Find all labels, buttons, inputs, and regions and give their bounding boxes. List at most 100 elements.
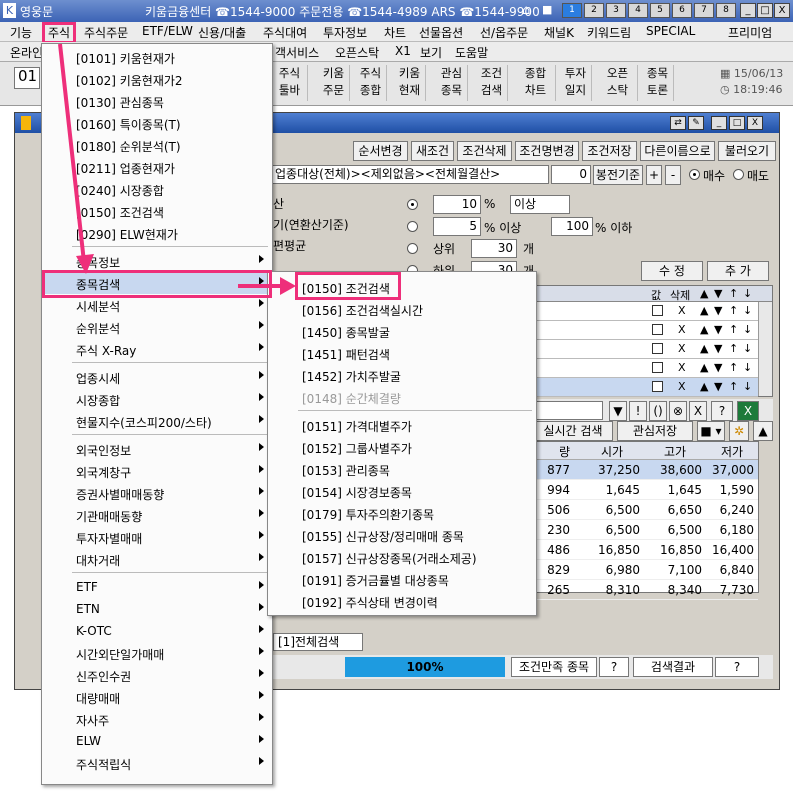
stock-menu-item[interactable]: 외국계창구 <box>42 460 272 482</box>
submenu-item[interactable]: [0179] 투자주의환기종목 <box>268 502 536 524</box>
menu-fo-order[interactable]: 선/옵주문 <box>480 24 528 41</box>
option3-radio[interactable] <box>407 243 418 254</box>
move-down-icon[interactable]: ↓ <box>743 361 752 374</box>
stock-menu-item[interactable]: [0150] 조건검색 <box>42 200 272 222</box>
buy-radio[interactable] <box>689 169 700 180</box>
lock-icon[interactable]: ■ <box>542 3 552 16</box>
stock-menu-item[interactable]: 순위분석 <box>42 316 272 338</box>
stock-menu-item[interactable]: 대차거래 <box>42 548 272 570</box>
close-button[interactable]: X <box>774 3 790 18</box>
menu-etf-elw[interactable]: ETF/ELW <box>142 24 193 38</box>
toolbar-stock-overview-button[interactable]: 주식 종합 <box>355 65 387 101</box>
plus-button[interactable]: + <box>646 165 662 185</box>
delete-x-icon[interactable]: X <box>678 361 686 374</box>
stock-menu-item[interactable]: 업종시세 <box>42 366 272 388</box>
option2-value[interactable]: 5 <box>433 217 481 236</box>
settings-gear-icon[interactable]: ✲ <box>729 421 749 441</box>
toolbar-discussion-button[interactable]: 종목 토론 <box>642 65 674 101</box>
move-top-icon[interactable]: ▲ <box>700 342 708 355</box>
move-down-icon[interactable]: ↓ <box>743 323 752 336</box>
child-maximize-button[interactable]: □ <box>729 116 745 130</box>
toolbar-journal-button[interactable]: 투자 일지 <box>560 65 592 101</box>
menu-keyword[interactable]: 키워드림 <box>587 24 631 41</box>
bong-stepper[interactable]: 0 <box>551 165 591 184</box>
menu-stock-order[interactable]: 주식주문 <box>84 24 128 41</box>
stock-menu-item[interactable]: 투자자별매매 <box>42 526 272 548</box>
toolbar-chart-button[interactable]: 종합 차트 <box>516 65 556 101</box>
menu-special[interactable]: SPECIAL <box>646 24 695 38</box>
move-bottom-icon[interactable]: ▼ <box>714 380 722 393</box>
stock-menu-item[interactable]: [0180] 순위분석(T) <box>42 134 272 156</box>
menu-channel-k[interactable]: 채널K <box>544 24 574 41</box>
stock-menu-item[interactable]: 기관매매동향 <box>42 504 272 526</box>
add-button[interactable]: 추 가 <box>707 261 769 281</box>
move-up-icon[interactable]: ↑ <box>729 361 738 374</box>
toolbar-openstock-button[interactable]: 오픈 스탁 <box>598 65 638 101</box>
reorder-button[interactable]: 순서변경 <box>353 141 408 161</box>
stock-menu-item[interactable]: 종목정보 <box>42 250 272 272</box>
stock-menu-item[interactable]: [0130] 관심종목 <box>42 90 272 112</box>
value-checkbox[interactable] <box>652 343 663 354</box>
menu-x1[interactable]: X1 <box>395 44 411 58</box>
move-bottom-icon[interactable]: ▼ <box>714 361 722 374</box>
move-down-icon[interactable]: ↓ <box>743 342 752 355</box>
toolbar-condition-search-button[interactable]: 조건 검색 <box>476 65 508 101</box>
realtime-search-button[interactable]: 실시간 검색 <box>533 421 613 441</box>
minimize-button[interactable]: _ <box>740 3 756 18</box>
stock-menu-item[interactable]: 신주인수권 <box>42 664 272 686</box>
option1-value[interactable]: 10 <box>433 195 481 214</box>
load-button[interactable]: 불러오기 <box>718 141 776 161</box>
home-icon[interactable]: ⌂ <box>522 3 530 18</box>
delete-x-icon[interactable]: X <box>678 323 686 336</box>
submenu-item[interactable]: [0152] 그룹사별주가 <box>268 436 536 458</box>
menu-customer-service[interactable]: 객서비스 <box>275 44 319 61</box>
move-top-icon[interactable]: ▲ <box>700 323 708 336</box>
move-up-icon[interactable]: ↑ <box>729 323 738 336</box>
menu-stock-lending[interactable]: 주식대여 <box>263 24 307 41</box>
submenu-item[interactable]: [0148] 순간체결량 <box>268 386 536 408</box>
screen-number-input[interactable]: 01 <box>14 67 40 89</box>
menu-function[interactable]: 기능 <box>10 24 32 41</box>
child-minimize-button[interactable]: _ <box>711 116 727 130</box>
stock-menu-item[interactable]: [0102] 키움현재가2 <box>42 68 272 90</box>
scroll-up-icon[interactable]: ▲ <box>753 421 773 441</box>
option3-value[interactable]: 30 <box>471 239 517 258</box>
expr-dropdown-button[interactable]: ▼ <box>609 401 627 421</box>
stock-menu-item[interactable]: 주식 X-Ray <box>42 338 272 360</box>
move-bottom-icon[interactable]: ▼ <box>714 323 722 336</box>
option2-value2[interactable]: 100 <box>551 217 593 236</box>
stop-dropdown-button[interactable]: ■ ▾ <box>697 421 725 441</box>
expr-not-button[interactable]: ! <box>629 401 647 421</box>
delete-x-icon[interactable]: X <box>678 304 686 317</box>
expr-paren-button[interactable]: () <box>649 401 667 421</box>
screen-1-button[interactable]: 1 <box>562 3 582 18</box>
stock-menu-item[interactable]: 시장종합 <box>42 388 272 410</box>
child-close-button[interactable]: X <box>747 116 763 130</box>
menu-help[interactable]: 도움말 <box>455 44 488 61</box>
toolbar-stock-toolbar-button[interactable]: 주식 툴바 <box>272 65 308 101</box>
stock-menu-item[interactable]: [0290] ELW현재가 <box>42 222 272 244</box>
move-down-icon[interactable]: ↓ <box>743 380 752 393</box>
screen-7-button[interactable]: 7 <box>694 3 714 18</box>
move-up-icon[interactable]: ↑ <box>729 380 738 393</box>
move-bottom-icon[interactable]: ▼ <box>714 342 722 355</box>
stock-menu-item[interactable]: [0160] 특이종목(T) <box>42 112 272 134</box>
submenu-item[interactable]: [0192] 주식상태 변경이력 <box>268 590 536 612</box>
screen-3-button[interactable]: 3 <box>606 3 626 18</box>
value-checkbox[interactable] <box>652 362 663 373</box>
submenu-item[interactable]: [0151] 가격대별주가 <box>268 414 536 436</box>
move-up-icon[interactable]: ↑ <box>729 304 738 317</box>
pin-icon[interactable]: ✎ <box>688 116 704 130</box>
expr-xor-button[interactable]: ⊗ <box>669 401 687 421</box>
maximize-button[interactable]: □ <box>757 3 773 18</box>
save-as-button[interactable]: 다른이름으로 <box>640 141 715 161</box>
value-checkbox[interactable] <box>652 324 663 335</box>
move-down-icon[interactable]: ↓ <box>743 304 752 317</box>
move-up-icon[interactable]: ↑ <box>729 342 738 355</box>
menu-openstock[interactable]: 오픈스탁 <box>335 44 379 61</box>
stock-menu-item[interactable]: 주식적립식 <box>42 752 272 774</box>
option1-select[interactable]: 이상 <box>510 195 570 214</box>
menu-chart[interactable]: 차트 <box>384 24 406 41</box>
move-bottom-icon[interactable]: ▼ <box>714 304 722 317</box>
stock-menu-item[interactable]: 증권사별매매동향 <box>42 482 272 504</box>
